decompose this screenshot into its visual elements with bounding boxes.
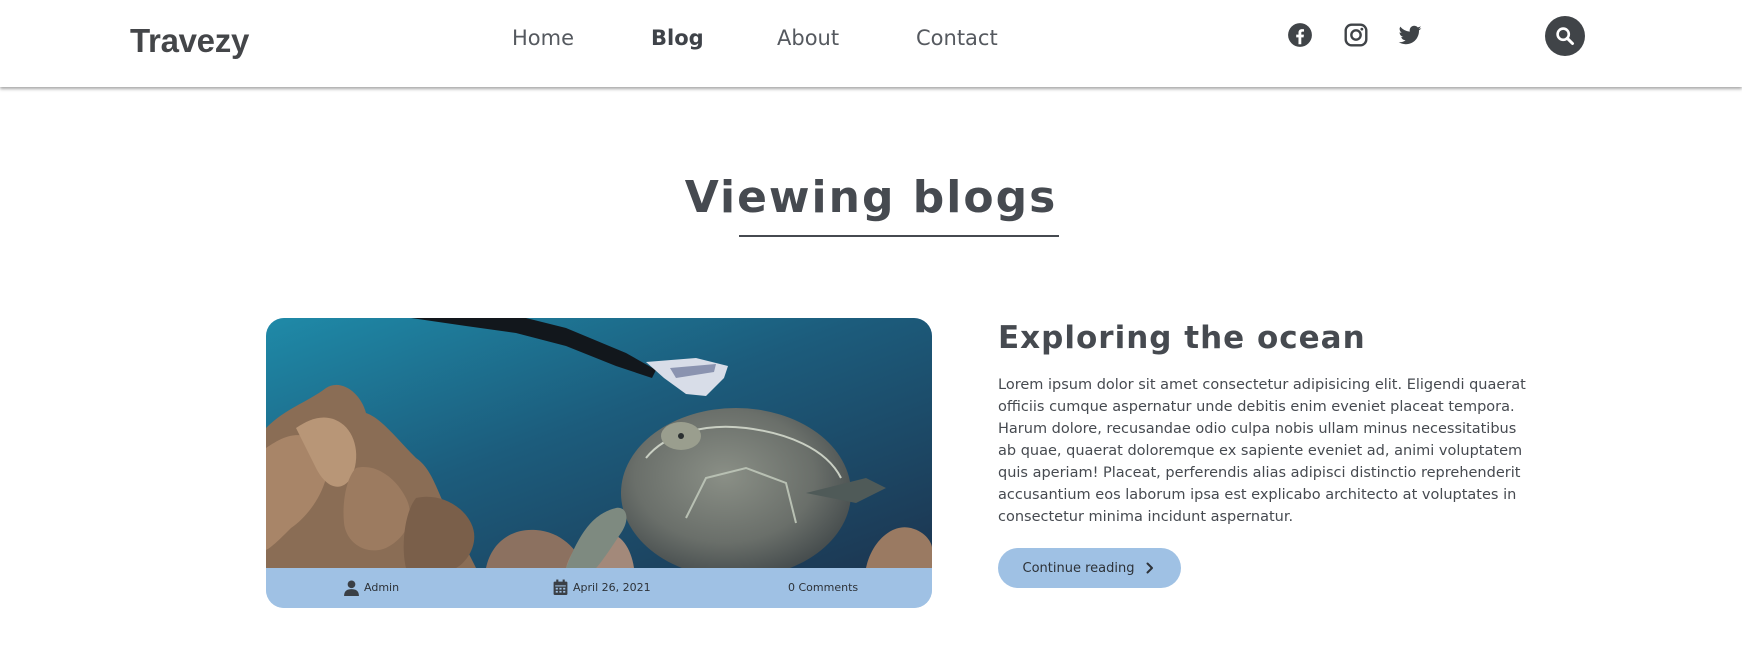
calendar-icon [553, 579, 568, 595]
nav-about[interactable]: About [777, 26, 839, 50]
facebook-icon[interactable] [1287, 22, 1313, 48]
post-date-text: April 26, 2021 [573, 581, 651, 594]
nav-blog[interactable]: Blog [651, 26, 704, 50]
post-title[interactable]: Exploring the ocean [998, 320, 1366, 356]
post-comments[interactable]: 0 Comments [788, 581, 858, 594]
search-icon [1556, 27, 1574, 45]
user-icon [344, 580, 359, 596]
post-excerpt: Lorem ipsum dolor sit amet consectetur a… [998, 377, 1526, 525]
post-author-name: Admin [364, 581, 400, 594]
post-author[interactable]: Admin [343, 579, 399, 596]
blog-card-image[interactable] [266, 318, 932, 568]
ocean-turtle-image [266, 318, 932, 568]
chevron-right-icon [1146, 562, 1154, 574]
blog-card[interactable]: Admin April 26, 2021 0 Comments [266, 318, 932, 608]
post-date: April 26, 2021 [552, 579, 651, 596]
continue-reading-button[interactable]: Continue reading [998, 548, 1181, 588]
nav-contact[interactable]: Contact [916, 26, 998, 50]
twitter-icon[interactable] [1397, 22, 1423, 48]
nav-home[interactable]: Home [512, 26, 574, 50]
title-underline [739, 235, 1059, 237]
site-header: Travezy Home Blog About Contact [0, 0, 1742, 87]
instagram-icon[interactable] [1343, 22, 1369, 48]
continue-reading-label: Continue reading [1022, 560, 1135, 576]
blog-card-meta: Admin April 26, 2021 0 Comments [266, 568, 932, 608]
search-button[interactable] [1545, 16, 1585, 56]
main-nav: Home Blog About Contact [0, 26, 1742, 56]
page-title: Viewing blogs [684, 172, 1058, 223]
